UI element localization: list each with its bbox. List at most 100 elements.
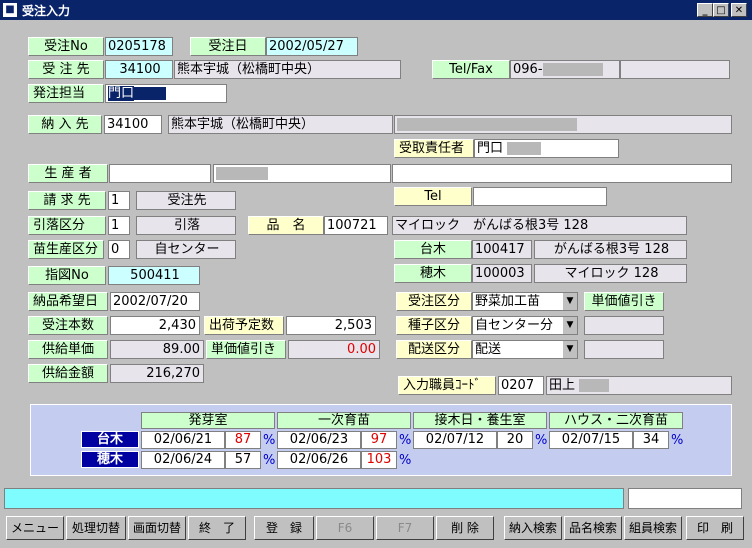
title-bar: ■ 受注入力 _ □ ✕ (0, 0, 752, 20)
order-type-label: 受注区分 (396, 292, 472, 311)
delivery-dest-label: 納 入 先 (28, 115, 102, 134)
billing-tel-field[interactable] (473, 187, 607, 206)
order-type-select[interactable]: 野菜加工苗 ▼ (472, 292, 578, 311)
scion-code-field[interactable]: 100003 (472, 264, 532, 283)
exit-button[interactable]: 終 了 (188, 516, 246, 540)
seed-extra-field (584, 316, 664, 335)
debit-code-field[interactable]: 1 (108, 216, 130, 235)
desired-date-field[interactable]: 2002/07/20 (110, 292, 200, 311)
billing-code-field[interactable]: 1 (108, 191, 130, 210)
chevron-down-icon[interactable]: ▼ (562, 341, 577, 358)
ship-qty-field[interactable]: 2,503 (286, 316, 376, 335)
delivery-address-field (394, 115, 732, 134)
discount-label: 単価値引き (206, 340, 286, 359)
schedule-panel: 発芽室 一次育苗 接木日・養生室 ハウス・二次育苗 台木 02/06/21 87… (30, 404, 732, 476)
scion-primary-days[interactable]: 103 (361, 451, 397, 469)
customer-name-field: 熊本宇城（松橋町中央） (174, 60, 401, 79)
delivery-dest-code-field[interactable]: 34100 (104, 115, 162, 134)
product-search-button[interactable]: 品名検索 (564, 516, 622, 540)
rootstock-primary-date[interactable]: 02/06/23 (277, 431, 361, 449)
seed-type-select[interactable]: 自センター分 ▼ (472, 316, 578, 335)
customer-label: 受 注 先 (28, 60, 104, 79)
staff-name-field: 田上 (546, 376, 732, 395)
scion-germination-days[interactable]: 57 (225, 451, 261, 469)
staff-name-value: 田上 (549, 378, 576, 393)
menu-button[interactable]: メニュー (6, 516, 64, 540)
producer-address-field[interactable] (392, 164, 732, 183)
rootstock-germination-date[interactable]: 02/06/21 (141, 431, 225, 449)
rootstock-house-days[interactable]: 34 (633, 431, 669, 449)
unit-discount-button[interactable]: 単価値引き (584, 292, 664, 311)
member-search-button[interactable]: 組員検索 (624, 516, 682, 540)
f7-button[interactable]: F7 (376, 516, 434, 540)
discount-field: 0.00 (288, 340, 380, 359)
percent-sign: % (263, 433, 276, 448)
address-redaction (397, 118, 577, 131)
producer-code-field[interactable] (109, 164, 211, 183)
desired-date-label: 納品希望日 (28, 292, 108, 311)
debit-type-label: 引落区分 (28, 216, 106, 235)
product-label: 品 名 (248, 216, 324, 235)
delivery-type-label: 配送区分 (396, 340, 472, 359)
order-qty-field[interactable]: 2,430 (110, 316, 200, 335)
minimize-button[interactable]: _ (697, 3, 713, 17)
switch-process-button[interactable]: 処理切替 (66, 516, 126, 540)
producer-label: 生 産 者 (28, 164, 108, 183)
order-qty-label: 受注本数 (28, 316, 108, 335)
delivery-type-select[interactable]: 配送 ▼ (472, 340, 578, 359)
switch-screen-button[interactable]: 画面切替 (128, 516, 186, 540)
staff-code-field[interactable]: 0207 (498, 376, 544, 395)
order-date-label: 受注日 (190, 37, 266, 56)
customer-code-field[interactable]: 34100 (105, 60, 173, 79)
product-code-field[interactable]: 100721 (324, 216, 388, 235)
maximize-button[interactable]: □ (713, 3, 729, 17)
instruction-no-field[interactable]: 500411 (108, 266, 200, 285)
scion-name-field: マイロック 128 (534, 264, 687, 283)
delete-button[interactable]: 削 除 (436, 516, 494, 540)
schedule-row-rootstock-label: 台木 (81, 431, 139, 448)
delivery-search-button[interactable]: 納入検索 (504, 516, 562, 540)
rootstock-germination-days[interactable]: 87 (225, 431, 261, 449)
unit-price-label: 供給単価 (28, 340, 108, 359)
close-button[interactable]: ✕ (731, 3, 747, 17)
seed-type-value: 自センター分 (475, 318, 554, 333)
order-date-field[interactable]: 2002/05/27 (266, 37, 358, 56)
receiver-field[interactable]: 門口 (474, 139, 619, 158)
producer-redaction (216, 167, 268, 180)
seedling-code-field[interactable]: 0 (108, 240, 130, 259)
receiver-redaction (507, 142, 542, 155)
percent-sign: % (535, 433, 548, 448)
rootstock-grafting-days[interactable]: 20 (497, 431, 533, 449)
register-button[interactable]: 登 録 (254, 516, 314, 540)
receiver-label: 受取責任者 (394, 139, 474, 158)
order-type-value: 野菜加工苗 (475, 294, 541, 309)
scion-primary-date[interactable]: 02/06/26 (277, 451, 361, 469)
chevron-down-icon[interactable]: ▼ (562, 293, 577, 310)
product-name-field: マイロック がんばる根3号 128 (392, 216, 687, 235)
rootstock-primary-days[interactable]: 97 (361, 431, 397, 449)
tel-label: Tel (394, 187, 472, 206)
chevron-down-icon[interactable]: ▼ (562, 317, 577, 334)
rootstock-code-field[interactable]: 100417 (472, 240, 532, 259)
f6-button[interactable]: F6 (316, 516, 374, 540)
debit-name-field: 引落 (136, 216, 236, 235)
status-info-field (628, 488, 742, 509)
scion-germination-date[interactable]: 02/06/24 (141, 451, 225, 469)
contact-value: 門口 (108, 86, 135, 101)
percent-sign: % (671, 433, 684, 448)
billing-name-field: 受注先 (136, 191, 236, 210)
producer-name-field[interactable] (213, 164, 391, 183)
print-button[interactable]: 印 刷 (686, 516, 744, 540)
order-no-field[interactable]: 0205178 (105, 37, 173, 56)
amount-field: 216,270 (110, 364, 204, 383)
staff-redaction (579, 379, 610, 392)
schedule-header-germination: 発芽室 (141, 412, 275, 429)
rootstock-grafting-date[interactable]: 02/07/12 (413, 431, 497, 449)
seed-type-label: 種子区分 (396, 316, 472, 335)
fax-field[interactable] (620, 60, 730, 79)
tel-redaction (542, 63, 603, 76)
tel-field[interactable]: 096- (510, 60, 620, 79)
billing-label: 請 求 先 (28, 191, 106, 210)
rootstock-house-date[interactable]: 02/07/15 (549, 431, 633, 449)
contact-field[interactable]: 門口 (105, 84, 227, 103)
